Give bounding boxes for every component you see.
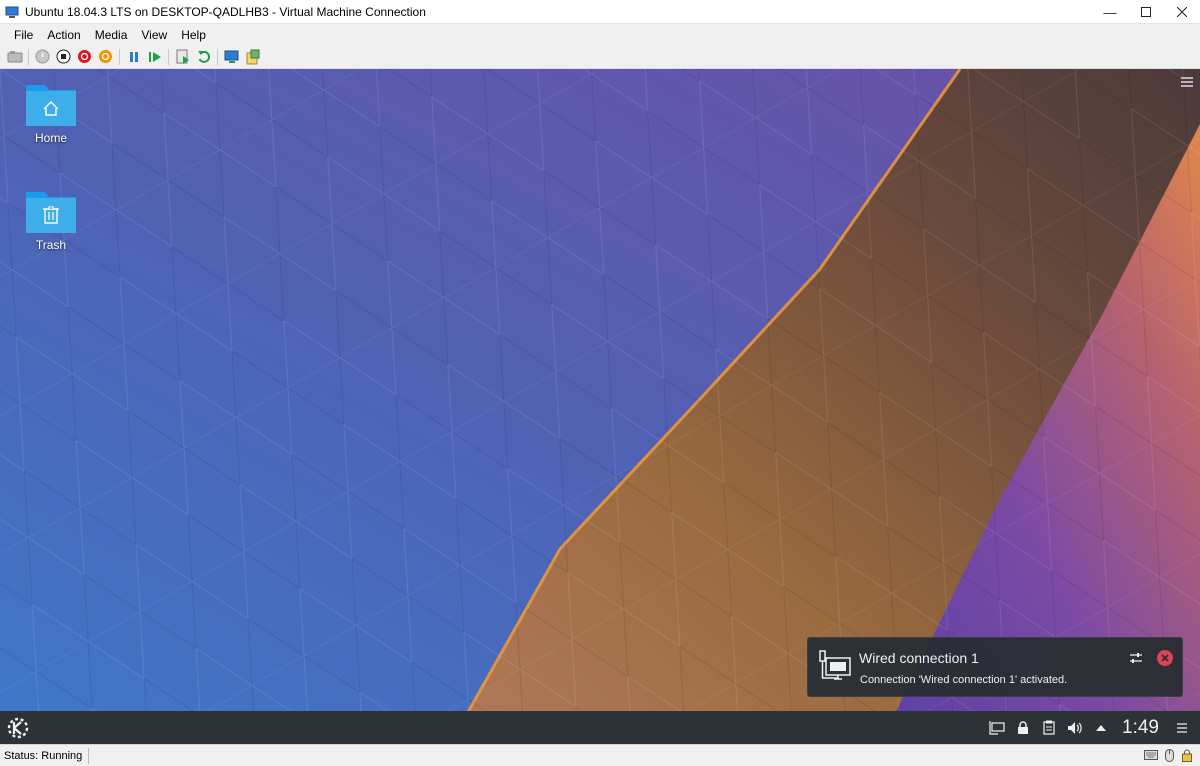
kde-panel: 1:49 xyxy=(0,711,1200,744)
desktop-icon-home[interactable]: Home xyxy=(21,81,81,145)
volume-icon[interactable] xyxy=(1067,720,1083,736)
window-title: Ubuntu 18.04.3 LTS on DESKTOP-QADLHB3 - … xyxy=(25,4,426,19)
ctrl-alt-del-icon[interactable] xyxy=(6,48,23,65)
toolbar-separator xyxy=(217,48,218,65)
menu-media[interactable]: Media xyxy=(88,28,135,42)
shut-down-icon[interactable] xyxy=(76,48,93,65)
close-icon[interactable] xyxy=(1164,0,1200,24)
home-icon xyxy=(25,81,77,126)
trash-icon xyxy=(25,188,77,233)
pause-icon[interactable] xyxy=(125,48,142,65)
close-notification-icon[interactable] xyxy=(1156,649,1174,667)
menu-file[interactable]: File xyxy=(7,28,40,42)
vm-connection-icon xyxy=(5,5,19,19)
notification-body: Connection 'Wired connection 1' activate… xyxy=(860,674,1068,686)
menu-help[interactable]: Help xyxy=(174,28,213,42)
mouse-icon xyxy=(1162,748,1176,762)
statusbar: Status: Running xyxy=(0,744,1200,766)
clipboard-icon[interactable] xyxy=(1041,720,1057,736)
menubar: File Action Media View Help xyxy=(0,24,1200,45)
application-launcher-icon[interactable] xyxy=(4,714,32,742)
notification-popup[interactable]: Wired connection 1 Connection 'Wired con… xyxy=(807,637,1183,697)
checkpoint-icon[interactable] xyxy=(174,48,191,65)
desktop-icon-label: Trash xyxy=(35,238,67,252)
keyboard-icon xyxy=(1144,748,1158,762)
toolbar-separator xyxy=(168,48,169,65)
window-titlebar: Ubuntu 18.04.3 LTS on DESKTOP-QADLHB3 - … xyxy=(0,0,1200,24)
vm-display[interactable]: Home Trash Wired connection 1 Connection… xyxy=(0,69,1200,744)
start-icon[interactable] xyxy=(34,48,51,65)
expand-arrow-icon[interactable] xyxy=(1093,720,1109,736)
turn-off-icon[interactable] xyxy=(55,48,72,65)
network-icon[interactable] xyxy=(989,720,1005,736)
share-icon[interactable] xyxy=(244,48,261,65)
revert-icon[interactable] xyxy=(195,48,212,65)
minimize-icon[interactable]: — xyxy=(1092,0,1128,24)
desktop-icon-label: Home xyxy=(34,131,67,145)
notification-title: Wired connection 1 xyxy=(859,650,979,666)
resume-icon[interactable] xyxy=(146,48,163,65)
network-wired-icon xyxy=(819,650,851,682)
desktop-icon-trash[interactable]: Trash xyxy=(21,188,81,252)
digital-clock[interactable]: 1:49 xyxy=(1122,717,1159,739)
enhanced-session-icon[interactable] xyxy=(223,48,240,65)
save-icon[interactable] xyxy=(97,48,114,65)
lock-status-icon xyxy=(1180,748,1194,762)
lock-icon[interactable] xyxy=(1015,720,1031,736)
vm-status: Status: Running xyxy=(0,747,90,764)
toolbar-separator xyxy=(28,48,29,65)
maximize-icon[interactable] xyxy=(1128,0,1164,24)
menu-view[interactable]: View xyxy=(134,28,174,42)
toolbar xyxy=(0,45,1200,69)
menu-action[interactable]: Action xyxy=(40,28,87,42)
configure-icon[interactable] xyxy=(1128,651,1144,665)
toolbar-separator xyxy=(119,48,120,65)
panel-options-icon[interactable] xyxy=(1174,720,1190,736)
desktop-toolbox-icon[interactable] xyxy=(1180,75,1194,87)
